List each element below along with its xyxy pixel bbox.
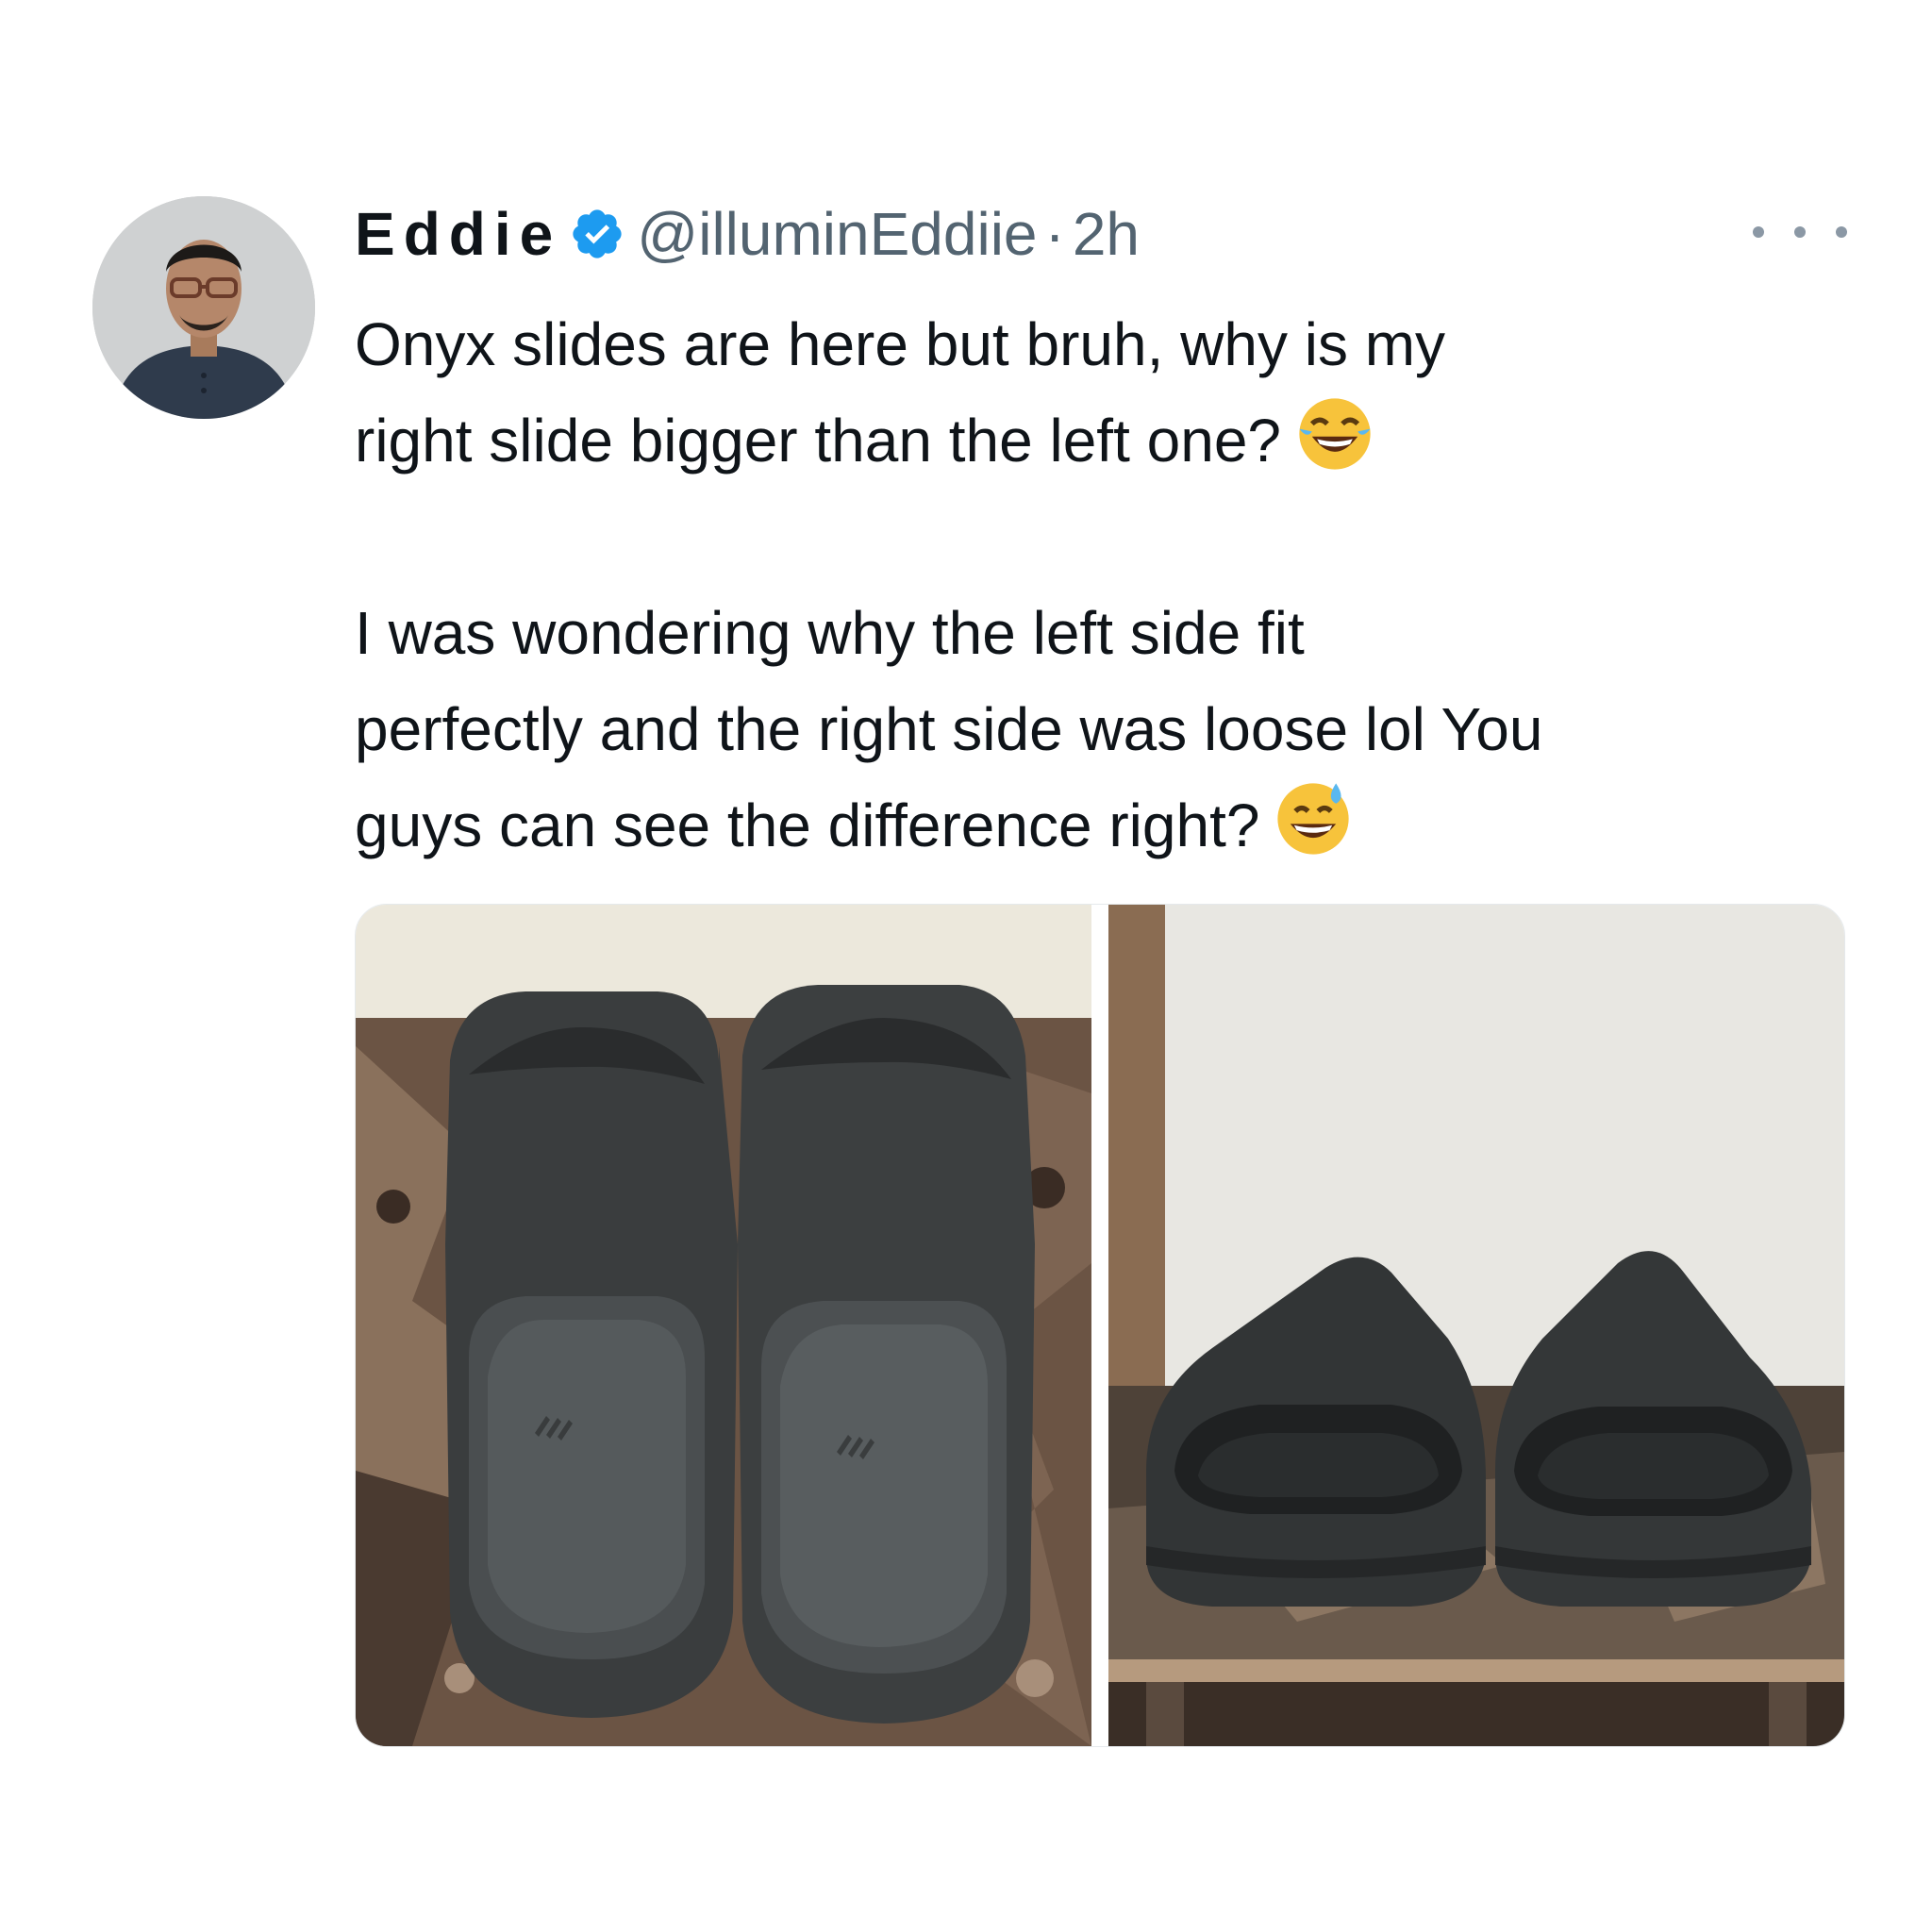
author-name[interactable]: Eddie bbox=[355, 199, 561, 269]
tweet-timestamp[interactable]: 2h bbox=[1073, 199, 1140, 269]
slides-front-view-image bbox=[1108, 905, 1844, 1746]
author-avatar[interactable] bbox=[92, 196, 315, 419]
author-handle[interactable]: @illuminEddiie bbox=[637, 199, 1037, 269]
more-options-icon[interactable] bbox=[1753, 213, 1847, 251]
tweet-header: Eddie @illuminEddiie · 2h bbox=[355, 196, 1140, 272]
photo-front-view[interactable] bbox=[1108, 905, 1844, 1746]
avatar-photo bbox=[92, 196, 315, 419]
photo-top-view[interactable] bbox=[356, 905, 1091, 1746]
tweet-paragraph-2: I was wondering why the left side fit pe… bbox=[355, 599, 1543, 859]
tweet-paragraph-1: Onyx slides are here but bruh, why is my… bbox=[355, 310, 1446, 475]
media-divider bbox=[1091, 905, 1108, 1746]
more-dot bbox=[1836, 226, 1847, 238]
more-dot bbox=[1794, 226, 1806, 238]
tweet-text: Onyx slides are here but bruh, why is my… bbox=[355, 296, 1864, 874]
face-with-tears-of-joy-icon bbox=[1299, 398, 1371, 470]
more-dot bbox=[1753, 226, 1764, 238]
slides-top-view-image bbox=[356, 905, 1091, 1746]
tweet-media-grid bbox=[355, 904, 1845, 1747]
grinning-face-with-sweat-icon bbox=[1277, 783, 1350, 855]
verified-badge-icon bbox=[573, 209, 622, 258]
header-separator: · bbox=[1044, 200, 1065, 268]
